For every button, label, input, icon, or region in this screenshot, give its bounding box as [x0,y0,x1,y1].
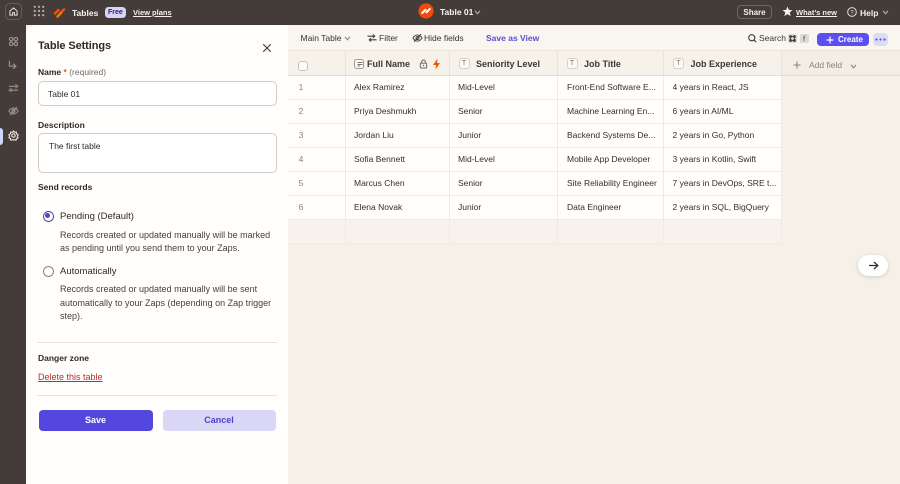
svg-text:?: ? [850,9,854,16]
